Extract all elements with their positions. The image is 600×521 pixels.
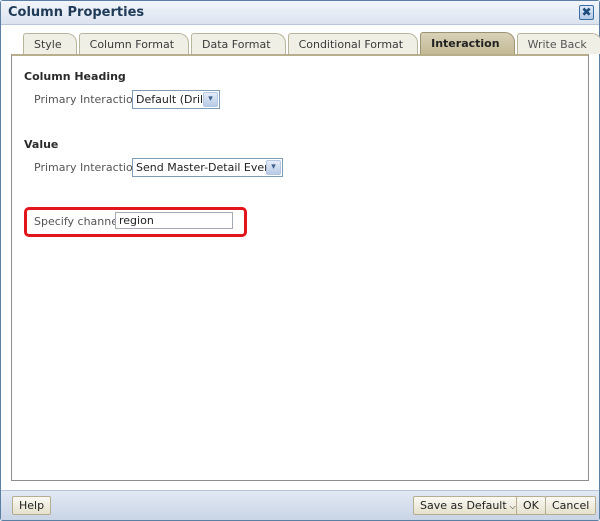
ok-button[interactable]: OK [516, 496, 546, 515]
tab-conditional-format[interactable]: Conditional Format [287, 33, 419, 54]
save-as-default-button[interactable]: Save as Default ⌵ [413, 496, 523, 515]
tab-bar: Style Column Format Data Format Conditio… [23, 32, 600, 54]
close-icon: ✖ [581, 5, 592, 19]
tab-column-format[interactable]: Column Format [78, 33, 190, 54]
heading-primary-interaction-label: Primary Interaction [34, 93, 140, 106]
tab-data-format[interactable]: Data Format [191, 33, 286, 54]
column-heading-section-title: Column Heading [24, 70, 126, 83]
dialog-footer: Help Save as Default ⌵ OK Cancel [1, 490, 599, 520]
dialog-body: Style Column Format Data Format Conditio… [1, 25, 600, 490]
heading-primary-interaction-value: Default (Drill) [136, 93, 211, 106]
column-properties-dialog: Column Properties ✖ Style Column Format … [0, 0, 600, 521]
title-bar[interactable]: Column Properties ✖ [1, 1, 599, 25]
value-primary-interaction-select[interactable]: Send Master-Detail Events ▾ [132, 158, 283, 177]
cancel-button[interactable]: Cancel [545, 496, 597, 515]
specify-channel-label: Specify channel [34, 215, 122, 228]
tab-style[interactable]: Style [23, 33, 77, 54]
value-section-title: Value [24, 138, 59, 151]
interaction-panel: Column Heading Primary Interaction Defau… [11, 54, 589, 481]
close-button[interactable]: ✖ [579, 5, 594, 20]
chevron-down-icon[interactable]: ▾ [266, 160, 281, 175]
chevron-down-icon[interactable]: ▾ [203, 92, 218, 107]
value-primary-interaction-value: Send Master-Detail Events [136, 161, 282, 174]
save-as-default-label: Save as Default [420, 499, 507, 512]
chevron-down-icon: ⌵ [509, 502, 516, 511]
tab-write-back[interactable]: Write Back [516, 33, 600, 54]
value-primary-interaction-label: Primary Interaction [34, 161, 140, 174]
dialog-title: Column Properties [8, 5, 145, 20]
heading-primary-interaction-select[interactable]: Default (Drill) ▾ [132, 90, 220, 109]
help-button[interactable]: Help [12, 496, 52, 515]
tab-interaction[interactable]: Interaction [420, 32, 515, 54]
specify-channel-input[interactable] [115, 212, 233, 229]
